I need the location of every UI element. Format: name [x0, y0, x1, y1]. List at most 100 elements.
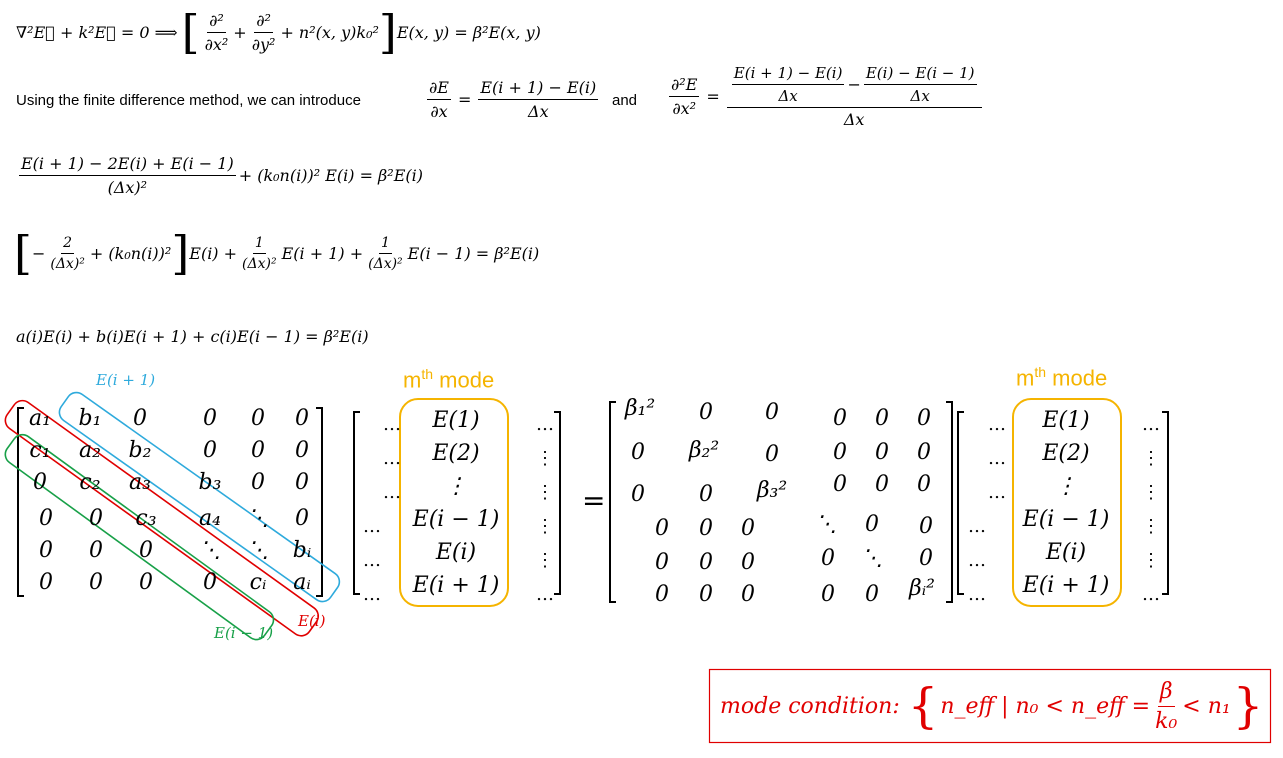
eigenvalue-b1: β₁²: [624, 396, 656, 421]
vec-right-bracket-open: [957, 411, 964, 595]
diag-zero-cell: 0: [765, 442, 779, 467]
matrix-a-cell: c₂: [79, 470, 101, 495]
matrix-a-cell: 0: [139, 538, 153, 563]
diag-zero-cell: 0: [655, 582, 669, 607]
vec-right-dots-col1: ………………: [968, 414, 1006, 605]
diag-zero-cell: 0: [917, 472, 931, 497]
matrix-a-cell: 0: [39, 570, 53, 595]
matrix-a-cell: cᵢ: [249, 570, 267, 595]
diag-zero-cell: 0: [765, 400, 779, 425]
vec-right-bracket-close: [1162, 411, 1169, 595]
vec-right-ei: E(i): [1045, 540, 1087, 565]
matrix-a-cell: 0: [39, 506, 53, 531]
vec-right-ei-1: E(i − 1): [1022, 507, 1110, 532]
matrix-a-cell: 0: [203, 406, 217, 431]
vec-left-e2: E(2): [432, 441, 480, 466]
diag-zero-cell: 0: [875, 440, 889, 465]
vec-left-ei: E(i): [435, 540, 477, 565]
vec-right-e2: E(2): [1042, 441, 1090, 466]
matrix-a-cell: 0: [295, 406, 309, 431]
matrix-a-cell: 0: [89, 538, 103, 563]
vec-left-dots-col1: ………………: [363, 414, 401, 605]
matrix-a-cell: 0: [33, 470, 47, 495]
diag-zero-cell: 0: [919, 546, 933, 571]
matrix-a-cell: 0: [251, 470, 265, 495]
diag-zero-cell: 0: [875, 406, 889, 431]
diag-zero-cell: 0: [699, 400, 713, 425]
diag-zero-cell: 0: [741, 550, 755, 575]
vec-left-dots-col2: … ⋮ ⋮ ⋮ ⋮…: [536, 414, 554, 605]
beta-over-k0: β k₀: [1153, 679, 1179, 734]
matrix-a-cell: 0: [295, 506, 309, 531]
matrix-a-cell: 0: [133, 406, 147, 431]
diag-ddots-cell: ⋱: [815, 512, 837, 537]
matrix-a-cell: b₃: [198, 470, 222, 495]
matrix-a-cell: 0: [89, 506, 103, 531]
matrix-a-cell: 0: [89, 570, 103, 595]
diag-zero-cell: 0: [631, 482, 645, 507]
matrix-a-cell: bᵢ: [292, 538, 312, 563]
matrix-a-cell: 0: [203, 438, 217, 463]
diag-zero-cell: 0: [699, 582, 713, 607]
matrix-a-cell: 0: [295, 438, 309, 463]
diag-zero-cell: 0: [833, 440, 847, 465]
vec-right-vdots: ⋮: [1055, 474, 1077, 499]
mode-condition-body: n_eff | n₀ < n_eff =: [940, 693, 1151, 719]
diag-zero-cell: 0: [875, 472, 889, 497]
matrix-a-right-bracket: [316, 407, 323, 597]
vec-right-ei+1: E(i + 1): [1022, 573, 1110, 598]
vec-left-ei+1: E(i + 1): [412, 573, 500, 598]
k0-den: k₀: [1155, 708, 1178, 734]
vec-right-dots-col2: … ⋮ ⋮ ⋮ ⋮…: [1142, 414, 1160, 605]
matrix-a-cell: a₃: [129, 470, 151, 495]
diag-zero-cell: 0: [865, 512, 879, 537]
diag-zero-cell: 0: [821, 582, 835, 607]
mode-condition-label: mode condition:: [720, 693, 900, 719]
eigenvalue-b3: β₃²: [756, 478, 788, 503]
mode-condition: mode condition: { n_eff | n₀ < n_eff = β…: [720, 678, 1264, 734]
matrix-a-cell: 0: [39, 538, 53, 563]
vec-left-vdots: ⋮: [445, 474, 467, 499]
matrix-a-cell: c₃: [135, 506, 157, 531]
matrix-a-cell: c₁: [29, 438, 51, 463]
diag-zero-cell: 0: [917, 440, 931, 465]
diag-right-bracket: [946, 401, 953, 603]
diag-zero-cell: 0: [699, 516, 713, 541]
matrix-a-cell: ⋱: [247, 538, 269, 563]
matrix-a-cell: b₁: [78, 406, 102, 431]
diag-zero-cell: 0: [741, 516, 755, 541]
matrix-a-cell: 0: [251, 438, 265, 463]
diag-zero-cell: 0: [833, 406, 847, 431]
vec-left-bracket-close: [554, 411, 561, 595]
matrix-a-cell: b₂: [128, 438, 152, 463]
matrix-a-cell: 0: [295, 470, 309, 495]
diag-zero-cell: 0: [865, 582, 879, 607]
matrix-a-cell: a₂: [79, 438, 101, 463]
diag-zero-cell: 0: [699, 482, 713, 507]
matrix-a-cell: 0: [203, 570, 217, 595]
matrix-a-cell: ⋱: [199, 538, 221, 563]
matrix-a-cell: 0: [139, 570, 153, 595]
matrix-a-cell: 0: [251, 406, 265, 431]
diag-zero-cell: 0: [919, 514, 933, 539]
matrix-graphics: [4, 391, 1272, 744]
diag-zero-cell: 0: [821, 546, 835, 571]
beta-num: β: [1157, 679, 1175, 707]
diag-zero-cell: 0: [833, 472, 847, 497]
eigenvalue-bi: βᵢ²: [909, 576, 935, 601]
diag-zero-cell: 0: [655, 516, 669, 541]
diag-zero-cell: 0: [741, 582, 755, 607]
matrix-a-cell: ⋱: [247, 506, 269, 531]
mode-condition-tail: < n₁: [1182, 693, 1231, 719]
vec-right-e1: E(1): [1042, 408, 1090, 433]
diag-left-bracket: [609, 401, 616, 603]
vec-left-ei-1: E(i − 1): [412, 507, 500, 532]
matrix-a-cell: a₁: [29, 406, 51, 431]
eigenvector-right: E(1) E(2) ⋮ E(i − 1) E(i) E(i + 1): [1014, 404, 1118, 602]
diag-zero-cell: 0: [917, 406, 931, 431]
vec-left-e1: E(1): [432, 408, 480, 433]
diag-zero-cell: 0: [631, 440, 645, 465]
vec-left-bracket-open: [353, 411, 360, 595]
eigenvalue-b2: β₂²: [688, 438, 720, 463]
matrix-equals: =: [582, 484, 606, 517]
